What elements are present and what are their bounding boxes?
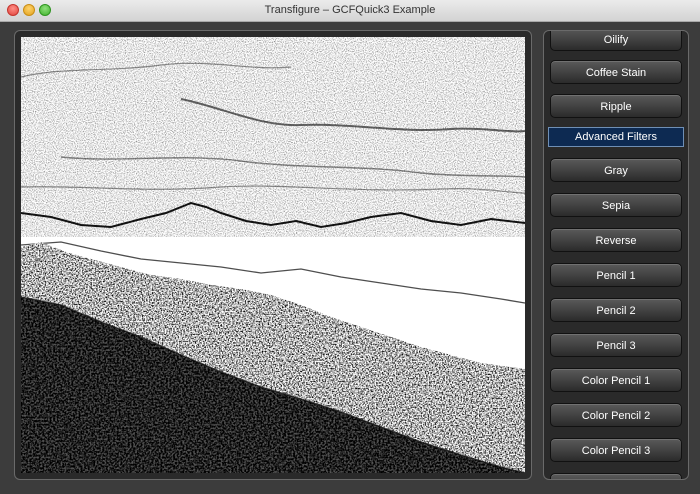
gray-button[interactable]: Gray: [550, 158, 682, 182]
pencil-3-button[interactable]: Pencil 3: [550, 333, 682, 357]
sepia-button[interactable]: Sepia: [550, 193, 682, 217]
next-filter-button-partial[interactable]: [550, 473, 682, 479]
pencil-1-button[interactable]: Pencil 1: [550, 263, 682, 287]
title-bar: Transfigure – GCFQuick3 Example: [0, 0, 700, 22]
oilify-button[interactable]: Oilify: [550, 31, 682, 51]
pencil-2-button[interactable]: Pencil 2: [550, 298, 682, 322]
reverse-button[interactable]: Reverse: [550, 228, 682, 252]
ripple-button[interactable]: Ripple: [550, 94, 682, 118]
coffee-stain-button[interactable]: Coffee Stain: [550, 60, 682, 84]
color-pencil-1-button[interactable]: Color Pencil 1: [550, 368, 682, 392]
color-pencil-2-button[interactable]: Color Pencil 2: [550, 403, 682, 427]
filter-button-panel[interactable]: Oilify Coffee Stain Ripple Advanced Filt…: [543, 30, 689, 480]
landscape-sketch-image: [21, 37, 525, 473]
filtered-image: [21, 37, 525, 473]
advanced-filters-header: Advanced Filters: [548, 127, 684, 147]
window-title: Transfigure – GCFQuick3 Example: [264, 4, 436, 16]
color-pencil-3-button[interactable]: Color Pencil 3: [550, 438, 682, 462]
